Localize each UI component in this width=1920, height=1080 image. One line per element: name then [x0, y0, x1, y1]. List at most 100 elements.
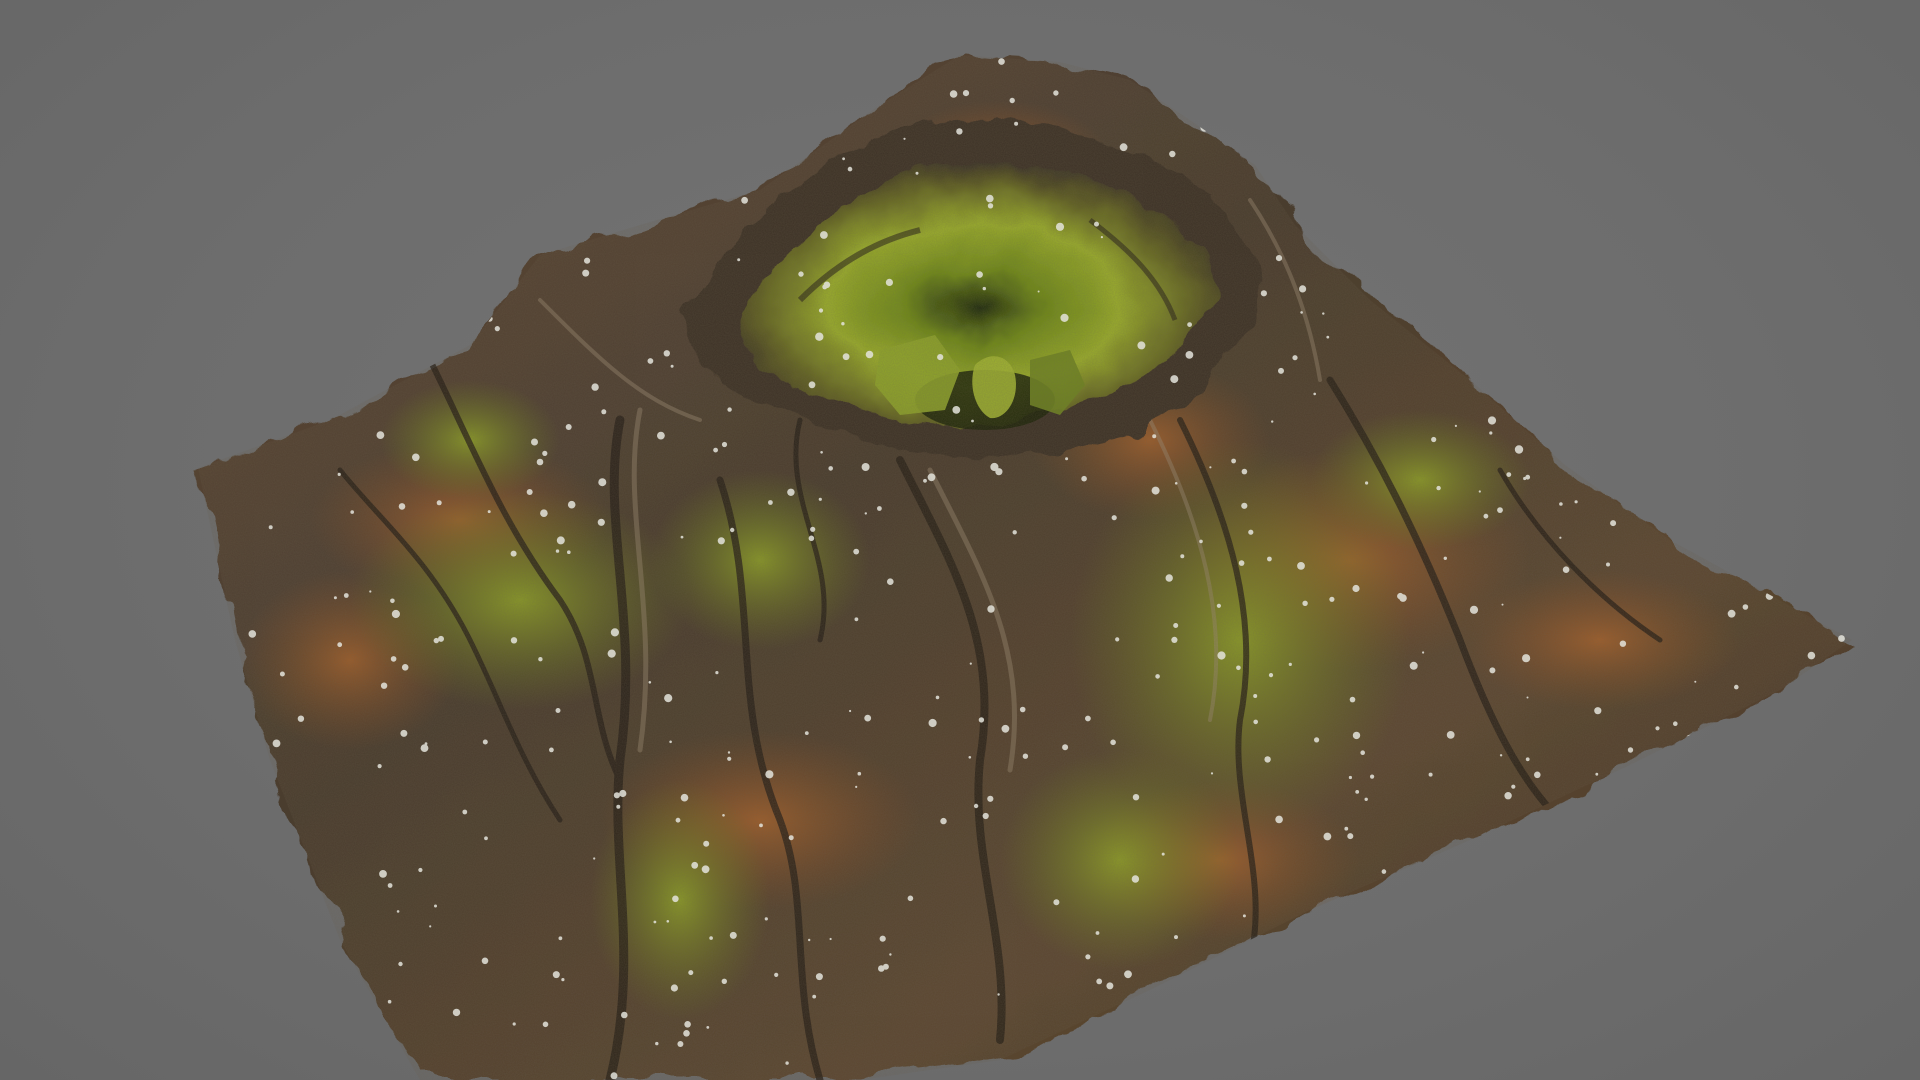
lichen-speckle [1471, 1032, 1480, 1041]
lichen-speckle [1302, 971, 1307, 976]
lichen-speckle [1037, 290, 1040, 293]
lichen-speckle [1832, 856, 1838, 862]
lichen-speckle [613, 792, 621, 799]
lichen-speckle [1368, 1012, 1377, 1021]
lichen-speckle [343, 593, 349, 598]
lichen-speckle [1085, 715, 1091, 722]
lichen-speckle [787, 488, 795, 496]
lichen-speckle [709, 936, 713, 940]
lichen-speckle [1366, 288, 1371, 293]
lichen-speckle [204, 583, 208, 588]
lichen-speckle [325, 1000, 330, 1005]
lichen-speckle [1349, 1002, 1356, 1010]
lichen-speckle [1657, 437, 1661, 442]
lichen-speckle [1200, 123, 1209, 132]
lichen-speckle [421, 162, 426, 167]
lichen-speckle [829, 937, 832, 941]
lichen-speckle [1398, 196, 1402, 200]
lichen-speckle [1060, 313, 1069, 322]
lichen-speckle [1381, 869, 1387, 874]
lichen-speckle [903, 137, 906, 140]
lichen-speckle [391, 609, 400, 619]
lichen-speckle [555, 549, 560, 553]
lichen-speckle [1832, 868, 1840, 876]
lichen-speckle [556, 536, 565, 545]
lichen-speckle [1818, 718, 1825, 725]
lichen-speckle [292, 197, 300, 206]
lichen-speckle [677, 1041, 684, 1047]
lichen-speckle [1802, 533, 1809, 541]
lichen-speckle [433, 637, 439, 644]
lichen-speckle [1610, 520, 1617, 527]
lichen-speckle [1053, 899, 1060, 906]
lichen-speckle [670, 984, 679, 992]
lichen-speckle [486, 315, 493, 322]
lichen-speckle [1730, 472, 1736, 478]
lichen-speckle [487, 510, 491, 514]
lichen-speckle [1019, 706, 1026, 713]
lichen-speckle [864, 714, 872, 722]
lichen-speckle [653, 920, 657, 924]
lichen-speckle [1174, 482, 1178, 485]
lichen-speckle [1706, 504, 1710, 507]
lichen-speckle [986, 194, 994, 203]
lichen-speckle [540, 509, 548, 517]
lichen-speckle [657, 431, 665, 440]
lichen-speckle [828, 466, 833, 471]
lichen-speckle [207, 350, 212, 354]
lichen-speckle [321, 337, 327, 343]
lichen-speckle [1436, 485, 1441, 491]
lichen-speckle [1655, 226, 1661, 232]
lichen-speckle [1594, 289, 1598, 293]
lichen-speckle [811, 127, 815, 131]
lichen-speckle [820, 451, 823, 454]
lichen-speckle [203, 589, 207, 593]
lichen-speckle [842, 157, 845, 161]
lichen-speckle [379, 870, 387, 878]
lichen-speckle [1757, 93, 1763, 99]
lichen-speckle [542, 1021, 549, 1028]
lichen-speckle [1548, 350, 1555, 356]
lichen-speckle [666, 920, 670, 923]
lichen-speckle [1014, 121, 1019, 126]
lichen-speckle [741, 196, 748, 204]
lichen-speckle [987, 605, 995, 613]
lichen-speckle [768, 500, 773, 505]
lichen-speckle [1532, 942, 1538, 948]
lichen-speckle [1708, 316, 1716, 324]
lichen-speckle [1537, 1016, 1540, 1019]
lichen-speckle [1539, 851, 1542, 854]
lichen-speckle [629, 108, 633, 112]
lichen-speckle [1583, 75, 1590, 82]
lichen-speckle [531, 438, 538, 446]
lichen-speckle [337, 472, 341, 476]
lichen-speckle [978, 717, 985, 723]
lichen-speckle [1816, 860, 1824, 868]
lichen-speckle [808, 535, 815, 542]
lichen-speckle [209, 826, 214, 831]
lichen-speckle [663, 350, 670, 357]
lichen-speckle [552, 971, 560, 979]
lichen-speckle [1187, 322, 1192, 327]
lichen-speckle [774, 972, 779, 978]
lichen-speckle [1715, 742, 1719, 747]
lichen-speckle [670, 364, 674, 368]
lichen-speckle [730, 527, 735, 533]
lichen-speckle [462, 809, 468, 815]
lichen-speckle [879, 935, 886, 942]
lichen-speckle [429, 925, 432, 928]
lichen-speckle [199, 71, 203, 74]
lichen-speckle [1421, 77, 1429, 85]
3d-viewport[interactable] [0, 0, 1920, 1080]
lichen-speckle [788, 835, 794, 841]
lichen-speckle [584, 257, 591, 264]
lichen-speckle [1478, 321, 1483, 326]
lichen-speckle [732, 169, 735, 172]
lichen-speckle [621, 1011, 628, 1019]
lichen-speckle [1428, 772, 1433, 777]
lichen-speckle [854, 617, 859, 622]
lichen-speckle [1451, 269, 1460, 278]
lichen-speckle [1268, 673, 1274, 678]
lichen-speckle [341, 1011, 344, 1015]
lichen-speckle [570, 216, 574, 219]
